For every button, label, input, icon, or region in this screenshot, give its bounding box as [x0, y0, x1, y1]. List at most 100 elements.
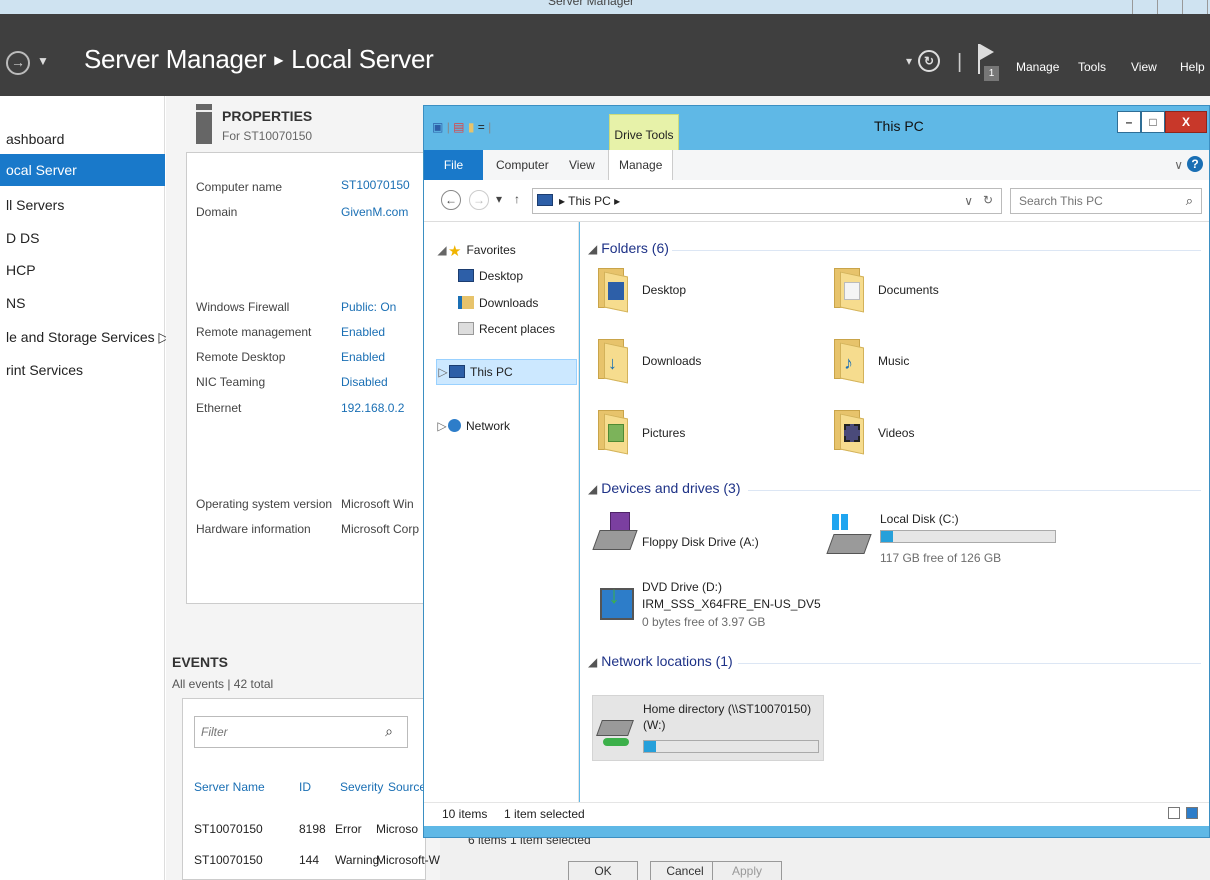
close-button[interactable]: X	[1165, 111, 1207, 133]
apply-button[interactable]: Apply	[712, 861, 782, 880]
header-divider: |	[957, 51, 963, 73]
recent-places-icon	[458, 322, 474, 335]
events-filter-input[interactable]	[195, 717, 375, 747]
collapsed-arrow-icon: ▷	[437, 419, 447, 433]
address-bar[interactable]: ▸ This PC ▸ ∨ ↻	[532, 188, 1002, 214]
ok-button[interactable]: OK	[568, 861, 638, 880]
downloads-icon	[458, 296, 474, 309]
table-cell[interactable]: ST10070150	[194, 853, 263, 867]
sidebar-item-file-storage[interactable]: le and Storage Services ▷	[0, 321, 169, 353]
property-value-link[interactable]: GivenM.com	[341, 205, 408, 219]
search-icon[interactable]: ⌕	[1186, 193, 1193, 209]
collapse-arrow-icon: ◢	[588, 482, 598, 496]
back-button[interactable]: ←	[441, 190, 461, 210]
table-cell[interactable]: 144	[299, 853, 319, 867]
property-value-link[interactable]: ST10070150	[341, 178, 410, 192]
column-header-id[interactable]: ID	[299, 780, 311, 794]
column-header-server-name[interactable]: Server Name	[194, 780, 265, 794]
property-value-link[interactable]: 192.168.0.2	[341, 401, 404, 415]
expand-ribbon-icon[interactable]: ∨	[1174, 158, 1183, 172]
nav-item-recent-places[interactable]: Recent places	[458, 322, 555, 336]
nav-dropdown-icon[interactable]: ▼	[37, 54, 49, 68]
group-header-folders[interactable]: ◢ Folders (6)	[588, 240, 669, 256]
ribbon-tabs: File Computer View Manage ∨ ?	[424, 150, 1209, 180]
minimize-button[interactable]: –	[1117, 111, 1141, 133]
drive-usage-fill	[644, 741, 657, 752]
details-view-icon[interactable]	[1168, 807, 1180, 819]
drive-label: Home directory (\\ST10070150)	[643, 702, 812, 716]
table-cell[interactable]: Microsoft-W	[376, 853, 440, 867]
large-icons-view-icon[interactable]	[1186, 807, 1198, 819]
window-controls[interactable]	[1132, 0, 1210, 14]
property-label: Windows Firewall	[196, 300, 290, 314]
window-title: Server Manager	[548, 0, 635, 8]
status-item-count: 10 items	[442, 807, 488, 821]
explorer-title-bar[interactable]: ▣ | ▤ ▮ = | Drive Tools This PC – □ X	[424, 106, 1209, 150]
tab-view[interactable]: View	[569, 150, 595, 180]
table-cell[interactable]: Error	[335, 822, 362, 836]
table-cell[interactable]: ST10070150	[194, 822, 263, 836]
network-icon	[448, 419, 461, 432]
network-location-home-directory[interactable]: Home directory (\\ST10070150) (W:)	[592, 695, 824, 761]
breadcrumb-root[interactable]: Server Manager	[84, 44, 267, 74]
refresh-icon[interactable]: ↻	[983, 193, 993, 207]
property-value: Microsoft Corp	[341, 522, 420, 536]
search-icon[interactable]: ⌕	[385, 723, 393, 740]
tab-file[interactable]: File	[424, 150, 483, 180]
tab-computer[interactable]: Computer	[496, 150, 549, 180]
folder-icon	[598, 408, 628, 455]
sidebar-item-local-server[interactable]: ocal Server	[0, 154, 165, 186]
help-icon[interactable]: ?	[1187, 156, 1203, 172]
nav-item-downloads[interactable]: Downloads	[458, 296, 538, 310]
table-cell[interactable]: 8198	[299, 822, 326, 836]
drive-label: Floppy Disk Drive (A:)	[642, 535, 759, 549]
menu-view[interactable]: View	[1131, 60, 1157, 74]
column-header-severity[interactable]: Severity	[340, 780, 383, 794]
column-header-source[interactable]: Source	[388, 780, 426, 794]
menu-help[interactable]: Help	[1180, 60, 1205, 74]
property-value-link[interactable]: Enabled	[341, 350, 385, 364]
table-cell[interactable]: Warning	[335, 853, 379, 867]
table-cell[interactable]: Microso	[376, 822, 418, 836]
nav-item-network[interactable]: ▷ Network	[436, 419, 510, 433]
property-label: Ethernet	[196, 401, 242, 415]
property-value-link[interactable]: Public: On	[341, 300, 396, 314]
maximize-button[interactable]: □	[1141, 111, 1165, 133]
forward-button[interactable]: →	[469, 190, 489, 210]
property-value-link[interactable]: Enabled	[341, 325, 385, 339]
sidebar-item-ad-ds[interactable]: D DS	[0, 222, 165, 254]
star-icon: ★	[448, 243, 462, 260]
menu-manage[interactable]: Manage	[1016, 60, 1059, 74]
sidebar-item-dashboard[interactable]: ashboard	[0, 123, 165, 155]
group-divider	[672, 250, 1201, 251]
sidebar-item-dns[interactable]: NS	[0, 287, 165, 319]
notifications-flag-button[interactable]: 1	[978, 44, 1002, 81]
recent-locations-dropdown-icon[interactable]: ▾	[496, 192, 502, 206]
address-dropdown-icon[interactable]: ∨	[964, 194, 973, 208]
nav-item-desktop[interactable]: Desktop	[458, 269, 523, 283]
up-button[interactable]: ↑	[514, 192, 520, 206]
events-subtitle: All events | 42 total	[172, 677, 274, 691]
expanded-arrow-icon: ◢	[437, 243, 447, 257]
group-header-devices[interactable]: ◢ Devices and drives (3)	[588, 480, 741, 496]
nav-item-favorites[interactable]: ◢★ Favorites	[436, 242, 515, 260]
events-title: EVENTS	[172, 654, 229, 670]
sidebar-item-print-services[interactable]: rint Services	[0, 354, 165, 386]
nav-item-this-pc[interactable]: ▷ This PC	[436, 359, 577, 385]
address-path[interactable]: ▸ This PC ▸	[559, 194, 620, 208]
back-forward-button[interactable]: →	[6, 51, 30, 75]
search-input[interactable]	[1011, 189, 1171, 213]
quick-access-toolbar[interactable]: ▣ | ▤ ▮ = |	[432, 120, 491, 134]
menu-tools[interactable]: Tools	[1078, 60, 1106, 74]
cancel-button[interactable]: Cancel	[650, 861, 720, 880]
floppy-drive-icon	[592, 512, 638, 552]
sidebar-item-dhcp[interactable]: HCP	[0, 254, 165, 286]
refresh-button[interactable]: ▾ ↻	[906, 50, 941, 72]
refresh-dropdown-icon: ▾	[906, 54, 913, 68]
sidebar-item-all-servers[interactable]: ll Servers	[0, 189, 165, 221]
property-value-link[interactable]: Disabled	[341, 375, 388, 389]
new-folder-icon: ▮	[467, 120, 475, 134]
tab-manage[interactable]: Manage	[608, 150, 674, 180]
search-box: ⌕	[1010, 188, 1202, 214]
group-header-network-locations[interactable]: ◢ Network locations (1)	[588, 653, 733, 669]
